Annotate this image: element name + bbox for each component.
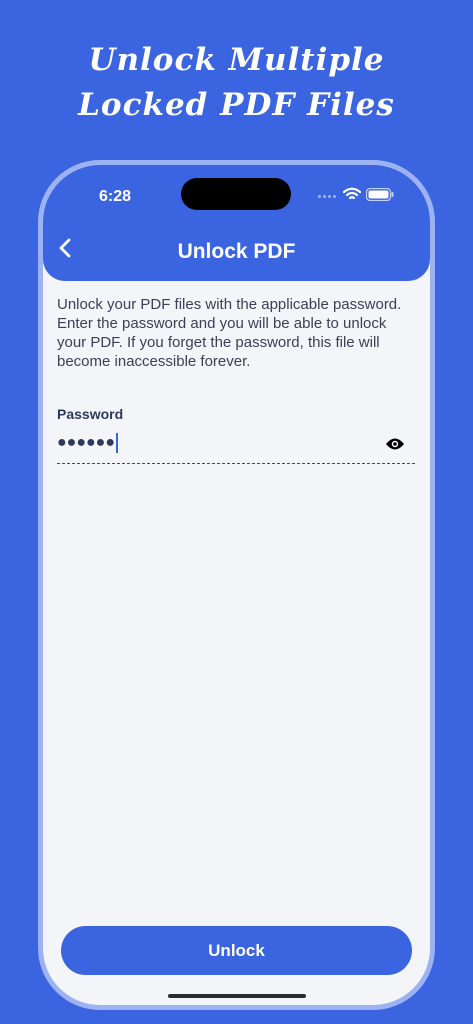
unlock-button[interactable]: Unlock — [61, 926, 412, 975]
password-input[interactable]: ●●●●●● — [57, 428, 415, 464]
promo-headline: Unlock Multiple Locked PDF Files — [0, 38, 473, 128]
app-header: 6:28 Unlock PDF — [43, 165, 430, 281]
status-time: 6:28 — [99, 188, 132, 205]
phone-frame: 6:28 Unlock PDF Unlock your PDF files wi… — [38, 160, 435, 1010]
text-caret — [115, 433, 118, 453]
signal-icon — [318, 195, 336, 198]
unlock-description: Unlock your PDF files with the applicabl… — [57, 296, 402, 370]
promo-headline-line2: Locked PDF Files — [78, 87, 395, 123]
promo-headline-line1: Unlock Multiple — [88, 42, 385, 78]
dynamic-island — [181, 178, 291, 210]
page-title: Unlock PDF — [177, 240, 296, 263]
password-value: ●●●●●● — [57, 433, 118, 453]
password-label: Password — [57, 406, 124, 422]
battery-icon — [366, 188, 394, 201]
home-indicator — [168, 994, 306, 998]
wifi-icon — [343, 187, 361, 200]
eye-icon[interactable] — [385, 437, 405, 451]
password-dots: ●●●●●● — [57, 434, 115, 452]
